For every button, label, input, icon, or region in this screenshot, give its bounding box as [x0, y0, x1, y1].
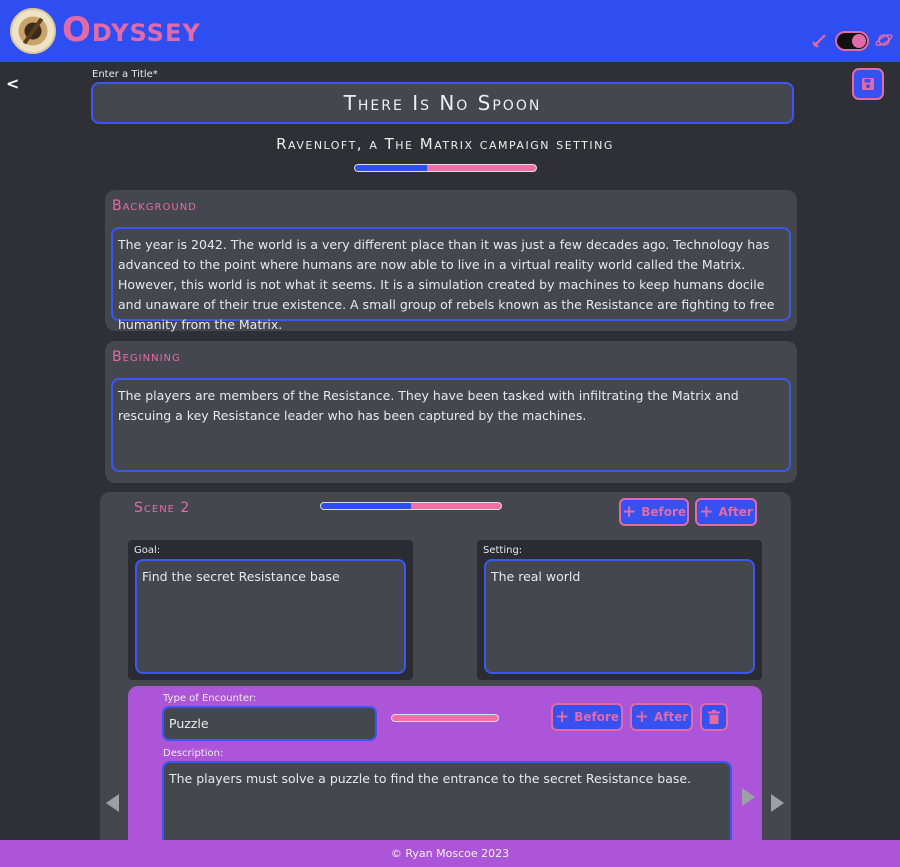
- plus-icon: +: [699, 501, 714, 522]
- footer: © Ryan Moscoe 2023: [0, 840, 900, 867]
- plus-icon: +: [634, 706, 649, 727]
- story-progress-fill: [355, 165, 428, 171]
- add-scene-before-label: Before: [641, 505, 687, 519]
- save-button[interactable]: [852, 68, 884, 100]
- delete-encounter-button[interactable]: [700, 703, 728, 731]
- floppy-disk-icon: [862, 78, 874, 90]
- add-scene-before-button[interactable]: + Before: [619, 498, 689, 526]
- add-encounter-after-button[interactable]: + After: [630, 703, 693, 731]
- beginning-heading: Beginning: [112, 349, 181, 365]
- trash-icon: [708, 710, 720, 724]
- plus-icon: +: [554, 706, 570, 727]
- theme-toggle[interactable]: [835, 31, 869, 51]
- goal-label: Goal:: [134, 545, 161, 556]
- plus-icon: +: [621, 501, 637, 522]
- title-input[interactable]: There Is No Spoon: [91, 82, 794, 124]
- encounter-description-textarea[interactable]: The players must solve a puzzle to find …: [162, 761, 732, 851]
- setting-label: Setting:: [483, 545, 523, 556]
- story-progress-bar: [354, 164, 537, 172]
- brand-name[interactable]: Odyssey: [62, 10, 201, 50]
- add-encounter-before-button[interactable]: + Before: [551, 703, 623, 731]
- beginning-section: Beginning The players are members of the…: [105, 341, 797, 483]
- goal-box: Goal: Find the secret Resistance base: [128, 540, 413, 680]
- encounter-progress-bar: [391, 714, 499, 722]
- add-encounter-after-label: After: [653, 710, 689, 724]
- encounter-type-label: Type of Encounter:: [163, 693, 257, 704]
- copyright-text: © Ryan Moscoe 2023: [390, 847, 510, 860]
- add-scene-after-label: After: [718, 505, 753, 519]
- add-encounter-before-label: Before: [574, 710, 620, 724]
- scene-title: Scene 2: [134, 500, 191, 516]
- encounter-description-label: Description:: [163, 748, 224, 759]
- next-encounter-arrow-icon[interactable]: [742, 788, 755, 806]
- add-scene-after-button[interactable]: + After: [695, 498, 757, 526]
- scene-progress-bar: [320, 502, 502, 510]
- goal-textarea[interactable]: Find the secret Resistance base: [135, 559, 406, 674]
- background-section: Background The year is 2042. The world i…: [105, 190, 797, 332]
- setting-box: Setting: The real world: [477, 540, 762, 680]
- next-scene-arrow-icon[interactable]: [771, 794, 784, 812]
- background-textarea[interactable]: The year is 2042. The world is a very di…: [111, 227, 791, 332]
- toggle-knob: [852, 34, 866, 48]
- planet-icon: [875, 34, 893, 46]
- background-heading: Background: [112, 198, 197, 214]
- scene-progress-fill: [321, 503, 411, 509]
- previous-encounter-arrow-icon[interactable]: [106, 794, 119, 812]
- beginning-textarea[interactable]: The players are members of the Resistanc…: [111, 378, 791, 472]
- back-button[interactable]: <: [6, 74, 19, 93]
- encounter-panel: Type of Encounter: Puzzle + Before + Aft…: [128, 686, 762, 856]
- compass-logo-icon[interactable]: [10, 8, 56, 54]
- title-label: Enter a Title*: [92, 69, 158, 80]
- app-header: Odyssey: [0, 0, 900, 62]
- setting-textarea[interactable]: The real world: [484, 559, 755, 674]
- sword-icon: [812, 34, 826, 48]
- campaign-subtitle: Ravenloft, a The Matrix campaign setting: [276, 135, 614, 153]
- encounter-type-input[interactable]: Puzzle: [162, 706, 377, 741]
